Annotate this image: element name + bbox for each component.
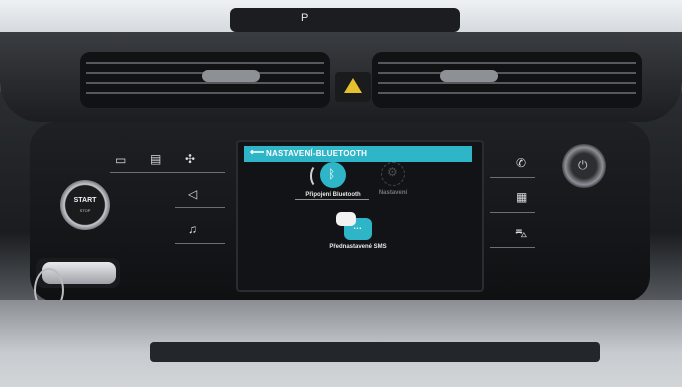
- car-dashboard-photo: P ▭ ▤ ✣ ◁ ♫ START STOP ✆ ▦ ⛍ ⏻ ⟵ NASTAVE…: [0, 0, 682, 387]
- settings-gear-icon: ⚙: [381, 162, 405, 186]
- phone-icon[interactable]: ✆: [516, 156, 526, 170]
- start-label: START: [73, 197, 97, 204]
- parking-icon: P: [301, 12, 309, 24]
- vent-knob-right[interactable]: [440, 70, 498, 82]
- infotainment-screen: ⟵ NASTAVENÍ-BLUETOOTH ᛒ Připojení Blueto…: [236, 140, 484, 292]
- selection-underline: [295, 199, 369, 200]
- vent-knob-left[interactable]: [202, 70, 260, 82]
- preset-sms-item[interactable]: … Přednastavené SMS: [318, 212, 398, 250]
- bluetooth-icon: ᛒ: [310, 162, 346, 188]
- front-defrost-icon[interactable]: ▤: [150, 152, 161, 166]
- settings-label: Nastavení: [378, 190, 408, 196]
- screen-title: NASTAVENÍ-BLUETOOTH: [266, 149, 368, 158]
- sms-icon: …: [336, 212, 372, 240]
- preset-sms-label: Přednastavené SMS: [329, 244, 387, 250]
- volume-icon[interactable]: ◁: [188, 187, 197, 201]
- car-icon[interactable]: ⛍: [515, 226, 527, 242]
- lower-trim: [150, 342, 600, 362]
- music-icon[interactable]: ♫: [188, 222, 197, 236]
- air-vent-right[interactable]: [372, 52, 642, 108]
- rear-defrost-icon[interactable]: ▭: [115, 153, 126, 167]
- screen-header: ⟵ NASTAVENÍ-BLUETOOTH: [244, 146, 472, 162]
- fan-icon[interactable]: ✣: [185, 152, 195, 166]
- hazard-icon: [344, 78, 362, 93]
- instrument-cluster: [230, 8, 460, 32]
- stop-label: STOP: [79, 208, 91, 213]
- back-arrow-icon[interactable]: ⟵: [250, 147, 264, 158]
- power-icon: ⏻: [578, 158, 588, 172]
- start-stop-button[interactable]: [60, 180, 110, 230]
- apps-icon[interactable]: ▦: [516, 190, 527, 204]
- settings-item[interactable]: ⚙ Nastavení: [358, 162, 428, 196]
